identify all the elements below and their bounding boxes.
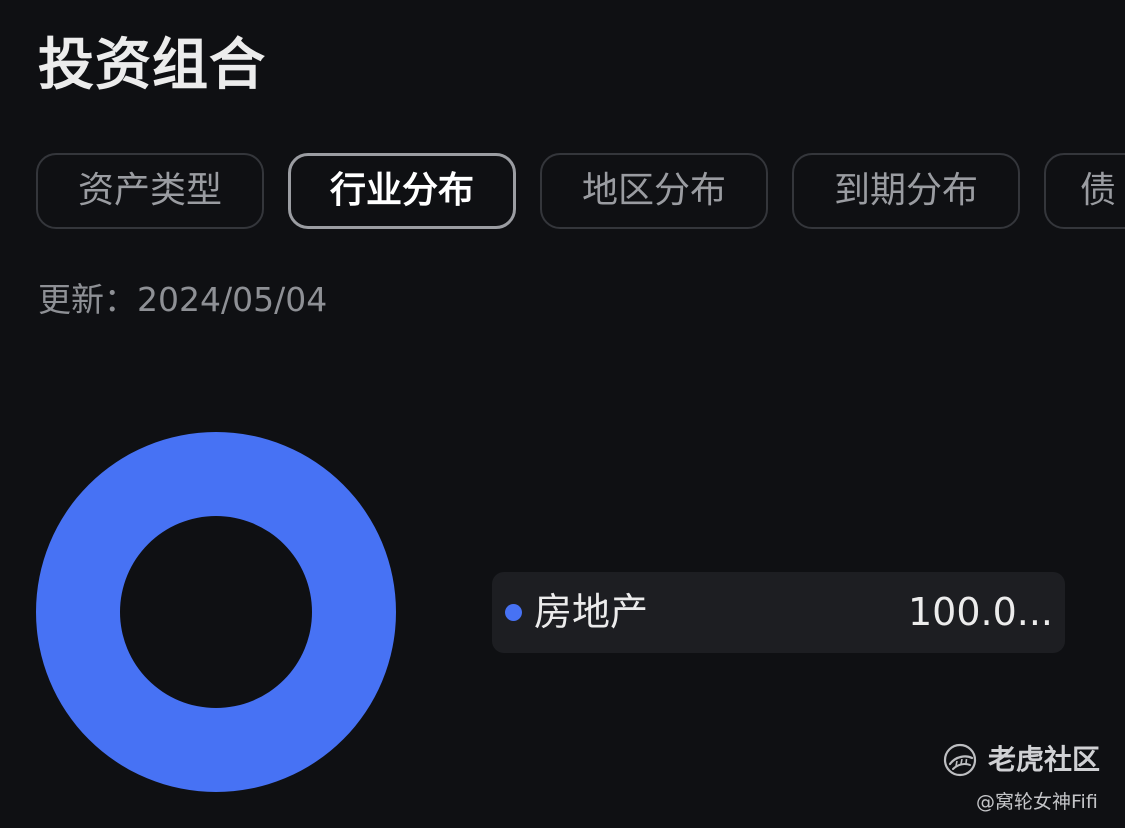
update-timestamp: 更新：2024/05/04 [38,280,328,319]
legend-dot [505,604,522,621]
legend-item[interactable]: 房地产 100.0... [492,572,1065,653]
tiger-logo-icon [943,743,977,777]
tab-asset-type[interactable]: 资产类型 [36,153,264,229]
donut-chart [36,432,396,792]
legend-value: 100.0... [907,590,1053,634]
tab-bar: 资产类型 行业分布 地区分布 到期分布 债 [0,152,1125,232]
tab-maturity-distribution[interactable]: 到期分布 [792,153,1020,229]
page-title: 投资组合 [38,33,266,98]
portfolio-page: 投资组合 资产类型 行业分布 地区分布 到期分布 债 更新：2024/05/04… [0,0,1125,828]
donut-slice-0[interactable] [36,432,396,792]
legend-label: 房地产 [534,590,649,634]
tab-bond-partial[interactable]: 债 [1044,153,1125,229]
tab-region-distribution[interactable]: 地区分布 [540,153,768,229]
watermark-brand: 老虎社区 [988,743,1101,776]
watermark-author: @窝轮女神Fifi [976,791,1098,813]
tab-industry-distribution[interactable]: 行业分布 [288,153,516,229]
